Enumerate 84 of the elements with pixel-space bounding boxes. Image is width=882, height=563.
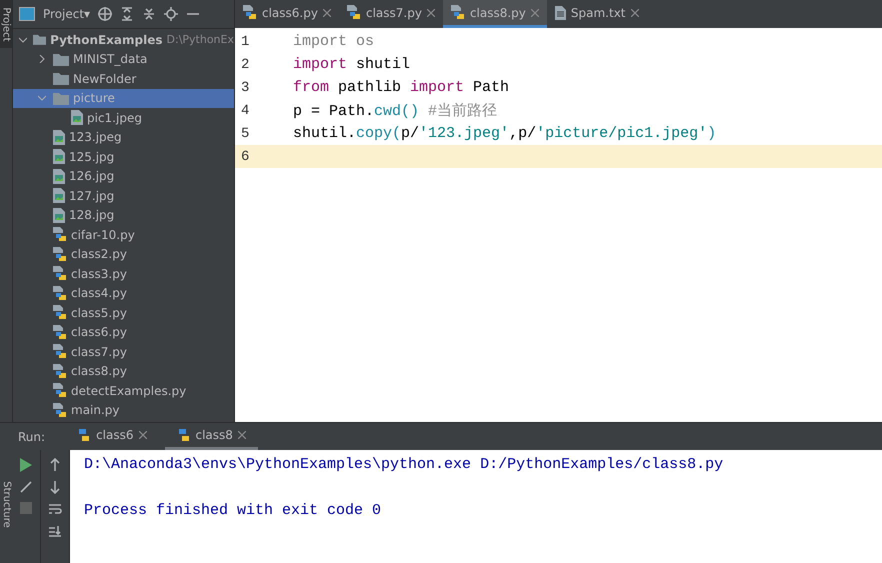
tree-item[interactable]: main.py <box>13 400 234 420</box>
tree-item[interactable]: class5.py <box>13 303 234 322</box>
code-line: import os <box>293 33 374 50</box>
tree-item[interactable]: class8.py <box>13 362 234 381</box>
tree-item[interactable]: cifar-10.py <box>13 225 234 244</box>
image-file-icon <box>53 130 65 145</box>
locate-icon[interactable] <box>98 7 112 21</box>
line-number: 4 <box>240 102 250 118</box>
image-file-icon <box>53 168 65 184</box>
python-file-icon <box>53 324 67 340</box>
tree-item[interactable]: detectExamples.py <box>13 381 234 400</box>
folder-icon <box>53 72 69 86</box>
folder-icon <box>53 92 69 105</box>
window-icon <box>19 7 35 21</box>
down-arrow-icon[interactable] <box>48 480 62 494</box>
editor-tab[interactable]: class6.py <box>235 0 339 28</box>
editor-tab[interactable]: Spam.txt <box>546 0 647 28</box>
python-file-icon <box>53 364 67 379</box>
run-label: Run: <box>18 430 46 444</box>
console-output: D:\Anaconda3\envs\PythonExamples\python.exe D:/PythonExamples/class8.py <box>84 456 724 475</box>
image-file-icon <box>53 149 65 164</box>
editor-tab[interactable]: class8.py <box>442 0 547 28</box>
chevron-right-icon[interactable] <box>38 55 46 64</box>
code-line: p = Path.cwd() #当前路径 <box>293 102 498 120</box>
code-line: shutil.copy(p/'123.jpeg',p/'picture/pic1.jpeg') <box>293 125 716 142</box>
tree-item[interactable]: class7.py <box>13 342 234 362</box>
python-icon <box>176 428 190 442</box>
expand-all-icon[interactable] <box>120 7 134 21</box>
code-line: from pathlib import Path <box>293 79 510 96</box>
tree-item[interactable]: MINIST_data <box>13 50 234 69</box>
python-file-icon <box>53 344 67 360</box>
python-file-icon <box>243 5 257 20</box>
python-file-icon <box>450 5 465 20</box>
line-number: 3 <box>240 80 250 96</box>
python-file-icon <box>53 383 67 398</box>
up-arrow-icon[interactable] <box>48 458 62 472</box>
tree-item[interactable]: 127.jpg <box>13 186 234 206</box>
project-side-tab[interactable]: Project <box>0 0 12 48</box>
tree-item[interactable]: NewFolder <box>13 69 234 88</box>
close-icon[interactable] <box>426 8 435 16</box>
close-icon[interactable] <box>322 8 331 16</box>
tree-item[interactable]: class3.py <box>13 264 234 284</box>
code-line: import shutil <box>293 56 410 73</box>
tree-item[interactable]: class6.py <box>13 322 234 342</box>
console-output: Process finished with exit code 0 <box>84 502 382 521</box>
collapse-all-icon[interactable] <box>142 7 156 21</box>
python-file-icon <box>53 266 67 282</box>
tree-item[interactable]: class4.py <box>13 284 234 303</box>
tree-item[interactable]: 126.jpg <box>13 166 234 186</box>
python-file-icon <box>53 246 67 262</box>
folder-icon <box>53 52 69 66</box>
python-file-icon <box>53 305 67 320</box>
python-file-icon <box>53 402 67 418</box>
folder-icon <box>32 33 46 46</box>
run-icon[interactable] <box>20 458 32 472</box>
line-number: 2 <box>240 56 250 72</box>
tree-item[interactable]: 123.jpeg <box>13 128 234 147</box>
close-icon[interactable] <box>630 8 639 16</box>
image-file-icon <box>53 188 65 204</box>
line-number: 1 <box>240 34 250 50</box>
image-file-icon <box>71 110 83 126</box>
image-file-icon <box>53 208 65 223</box>
chevron-down-icon[interactable] <box>18 36 27 44</box>
editor-tab[interactable]: class7.py <box>338 0 443 28</box>
tree-item[interactable]: 128.jpg <box>13 206 234 225</box>
run-tab[interactable]: class6 <box>65 423 158 450</box>
tree-item[interactable]: PythonExamples D:\PythonEx <box>13 30 234 50</box>
project-path: D:\PythonEx <box>166 33 234 46</box>
python-file-icon <box>53 286 67 301</box>
structure-side-tab[interactable]: Structure <box>0 480 12 528</box>
scroll-to-end-icon[interactable] <box>48 524 62 538</box>
tree-item[interactable]: pic1.jpeg <box>13 108 234 128</box>
line-number: 6 <box>240 148 250 164</box>
python-file-icon <box>346 5 361 20</box>
soft-wrap-icon[interactable] <box>48 502 62 516</box>
line-number: 5 <box>240 126 250 142</box>
project-view-dropdown[interactable]: Project▾ <box>43 7 90 21</box>
tree-item[interactable]: class2.py <box>13 244 234 264</box>
close-icon[interactable] <box>238 431 246 439</box>
close-icon[interactable] <box>138 431 146 439</box>
text-file-icon <box>554 6 566 20</box>
python-icon <box>77 428 92 442</box>
tree-item[interactable]: 125.jpg <box>13 147 234 166</box>
python-file-icon <box>53 227 67 242</box>
